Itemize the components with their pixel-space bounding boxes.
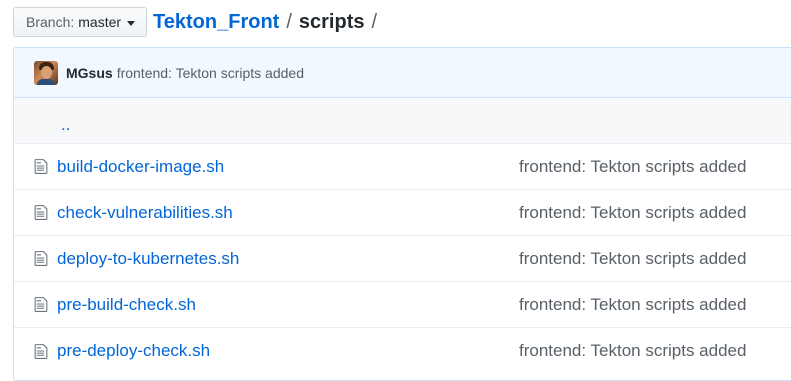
branch-prefix: Branch: (26, 14, 75, 30)
latest-commit-bar: MGsus frontend: Tekton scripts added (14, 48, 791, 98)
file-commit-message[interactable]: frontend: Tekton scripts added (519, 157, 746, 177)
file-row: pre-build-check.sh frontend: Tekton scri… (14, 282, 791, 328)
file-commit-message[interactable]: frontend: Tekton scripts added (519, 203, 746, 223)
file-name-link[interactable]: pre-build-check.sh (57, 295, 519, 315)
file-icon (34, 251, 48, 266)
caret-down-icon (127, 20, 136, 26)
commit-message[interactable]: frontend: Tekton scripts added (117, 65, 304, 81)
avatar[interactable] (34, 60, 58, 85)
breadcrumb-trailing-separator: / (371, 10, 378, 33)
file-row: pre-deploy-check.sh frontend: Tekton scr… (14, 328, 791, 374)
file-name-link[interactable]: check-vulnerabilities.sh (57, 203, 519, 223)
file-list: MGsus frontend: Tekton scripts added .. … (13, 47, 791, 381)
file-row: check-vulnerabilities.sh frontend: Tekto… (14, 190, 791, 236)
repo-header: Branch: master Tekton_Front / scripts / (13, 6, 384, 38)
file-row: deploy-to-kubernetes.sh frontend: Tekton… (14, 236, 791, 282)
file-commit-message[interactable]: frontend: Tekton scripts added (519, 341, 746, 361)
file-icon (34, 297, 48, 312)
file-icon (34, 159, 48, 174)
file-row: build-docker-image.sh frontend: Tekton s… (14, 144, 791, 190)
parent-directory-link[interactable]: .. (61, 115, 70, 135)
breadcrumb: Tekton_Front / scripts / (153, 11, 384, 34)
file-icon (34, 205, 48, 220)
branch-name: master (78, 14, 122, 30)
branch-select-button[interactable]: Branch: master (13, 7, 148, 37)
file-name-link[interactable]: deploy-to-kubernetes.sh (57, 249, 519, 269)
parent-directory-row: .. (14, 98, 791, 144)
file-icon (34, 343, 48, 359)
file-commit-message[interactable]: frontend: Tekton scripts added (519, 295, 746, 315)
breadcrumb-separator: / (286, 10, 292, 33)
file-name-link[interactable]: pre-deploy-check.sh (57, 341, 519, 361)
file-commit-message[interactable]: frontend: Tekton scripts added (519, 249, 746, 269)
commit-author-link[interactable]: MGsus (66, 65, 113, 81)
file-name-link[interactable]: build-docker-image.sh (57, 157, 519, 177)
breadcrumb-current-folder: scripts (298, 10, 365, 33)
breadcrumb-repo-link[interactable]: Tekton_Front (153, 11, 279, 34)
